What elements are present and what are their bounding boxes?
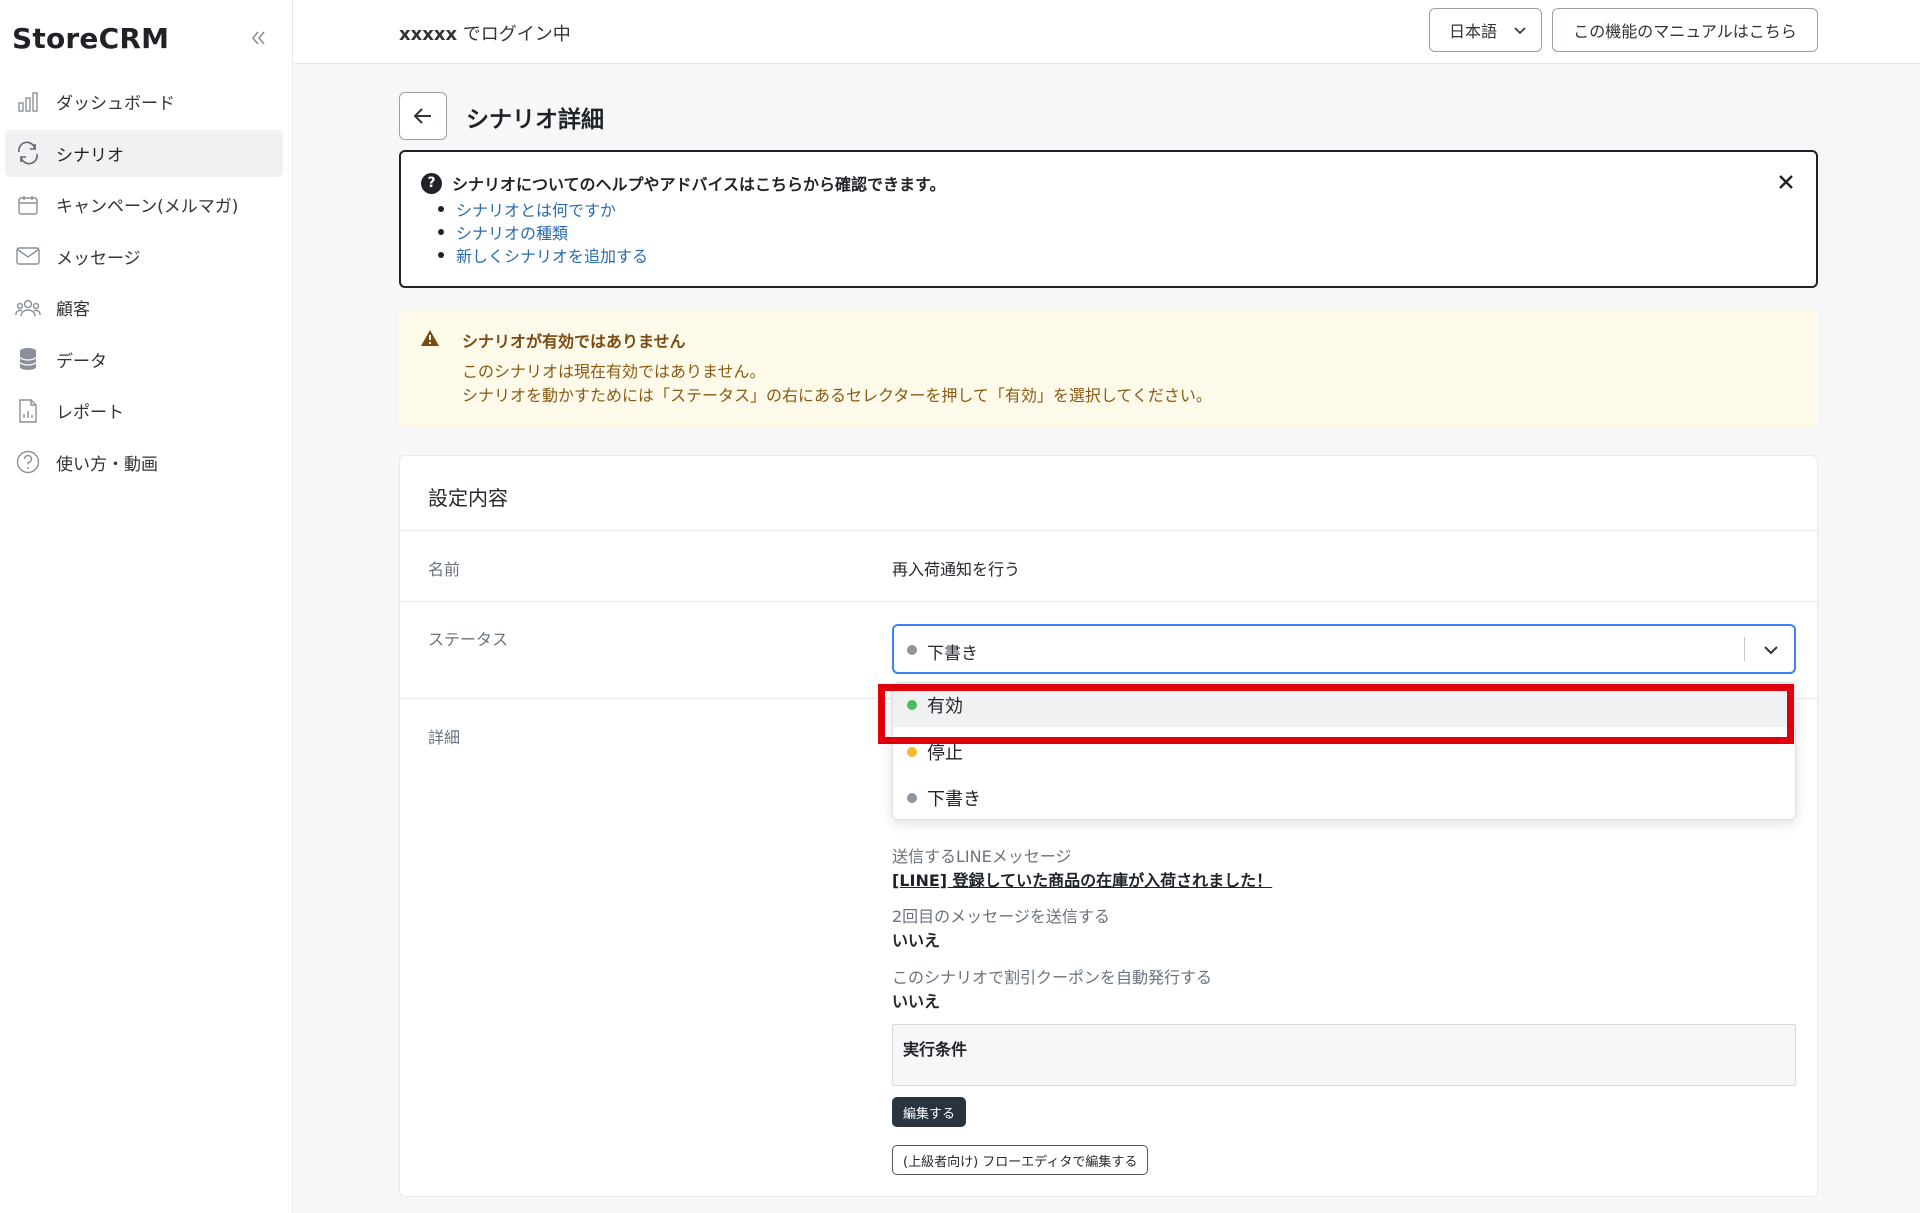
double-chevron-left-icon [251, 31, 265, 45]
warning-line: このシナリオは現在有効ではありません。 [462, 362, 766, 381]
help-title-text: シナリオについてのヘルプやアドバイスはこちらから確認できます。 [452, 175, 946, 194]
status-option-active[interactable]: 有効 [893, 683, 1797, 727]
sidebar-item-label: データ [56, 351, 107, 372]
card-title: 設定内容 [428, 486, 508, 510]
status-label: ステータス [428, 630, 509, 649]
flow-editor-button[interactable]: (上級者向け) フローエディタで編集する [892, 1145, 1149, 1175]
help-link[interactable]: 新しくシナリオを追加する [456, 243, 648, 266]
condition-box: 実行条件 [892, 1024, 1796, 1086]
status-dot-green [907, 700, 917, 710]
close-help-button[interactable] [1774, 170, 1798, 194]
status-dropdown-menu: 有効 停止 下書き [892, 682, 1797, 820]
status-select[interactable]: 下書き [892, 624, 1796, 674]
status-option-stopped[interactable]: 停止 [893, 730, 1797, 774]
condition-title: 実行条件 [903, 1040, 968, 1059]
sidebar: StoreCRM ダッシュボード シナリオ キャンペーン(メルマガ) メッセージ… [0, 0, 293, 1213]
warning-line: シナリオを動かすためには「ステータス」の右にあるセレクターを押して「有効」を選択… [462, 386, 1212, 405]
sidebar-item-customers[interactable]: 顧客 [5, 284, 283, 331]
database-icon [14, 345, 42, 373]
sidebar-item-help[interactable]: 使い方・動画 [5, 439, 283, 486]
edit-button[interactable]: 編集する [892, 1097, 967, 1127]
collapse-sidebar-button[interactable] [244, 24, 272, 52]
refresh-icon [14, 139, 42, 167]
help-link[interactable]: シナリオの種類 [456, 220, 648, 243]
divider [400, 530, 1819, 531]
coupon-label: このシナリオで割引クーポンを自動発行する [892, 968, 1213, 987]
page-title: シナリオ詳細 [466, 107, 604, 133]
close-icon [1779, 175, 1793, 189]
sidebar-item-scenario[interactable]: シナリオ [5, 129, 283, 177]
status-dot [907, 645, 917, 655]
login-user: xxxxx [399, 24, 458, 45]
language-select[interactable]: 日本語 [1429, 8, 1542, 52]
select-separator [1744, 637, 1745, 661]
coupon-value: いいえ [892, 992, 941, 1011]
status-option-draft[interactable]: 下書き [893, 776, 1797, 820]
login-suffix: でログイン中 [457, 24, 571, 45]
option-label: 有効 [927, 696, 963, 717]
sidebar-item-label: キャンペーン(メルマガ) [56, 197, 239, 217]
sidebar-item-label: メッセージ [56, 248, 141, 269]
help-circle-icon [14, 448, 42, 476]
second-message-value: いいえ [892, 931, 941, 950]
sidebar-item-campaign[interactable]: キャンペーン(メルマガ) [5, 181, 283, 228]
sidebar-item-label: レポート [56, 403, 124, 423]
sidebar-item-message[interactable]: メッセージ [5, 233, 283, 280]
line-message-label: 送信するLINEメッセージ [892, 847, 1072, 866]
divider [400, 601, 1819, 602]
sidebar-item-label: ダッシュボード [56, 94, 175, 114]
manual-button[interactable]: この機能のマニュアルはこちら [1552, 8, 1818, 52]
login-status: xxxxx でログイン中 [399, 20, 571, 46]
chevron-down-icon [1514, 27, 1526, 35]
warning-box: シナリオが有効ではありません このシナリオは現在有効ではありません。 シナリオを… [399, 309, 1818, 427]
name-value: 再入荷通知を行う [892, 560, 1021, 579]
help-title: ? シナリオについてのヘルプやアドバイスはこちらから確認できます。 [421, 171, 945, 195]
option-label: 下書き [927, 789, 981, 810]
sidebar-item-label: 使い方・動画 [56, 454, 158, 475]
main-content: xxxxx でログイン中 日本語 この機能のマニュアルはこちら シナリオ詳細 ?… [294, 0, 1920, 1213]
chevron-down-icon [1764, 646, 1778, 655]
sidebar-nav: ダッシュボード シナリオ キャンペーン(メルマガ) メッセージ 顧客 データ レ… [5, 78, 283, 490]
second-message-label: 2回目のメッセージを送信する [892, 907, 1110, 926]
detail-label: 詳細 [428, 728, 461, 747]
status-dot-yellow [907, 747, 917, 757]
help-box: ? シナリオについてのヘルプやアドバイスはこちらから確認できます。 シナリオとは… [399, 150, 1818, 288]
settings-card: 設定内容 名前 再入荷通知を行う ステータス 下書き 詳細 有効 停止 下書き … [399, 455, 1819, 1197]
calendar-icon [14, 191, 42, 219]
warning-icon [421, 330, 439, 346]
bar-chart-icon [14, 88, 42, 116]
help-links: シナリオとは何ですか シナリオの種類 新しくシナリオを追加する [456, 197, 648, 266]
status-dot-gray [907, 793, 917, 803]
language-value: 日本語 [1449, 22, 1498, 41]
question-icon: ? [421, 172, 442, 194]
top-bar: xxxxx でログイン中 日本語 この機能のマニュアルはこちら [294, 0, 1920, 64]
app-logo: StoreCRM [12, 22, 170, 55]
arrow-left-icon [413, 108, 431, 124]
report-icon [14, 397, 42, 425]
help-link[interactable]: シナリオとは何ですか [456, 197, 648, 220]
name-label: 名前 [428, 560, 461, 579]
status-value: 下書き [927, 644, 978, 664]
back-button[interactable] [399, 92, 447, 140]
users-icon [14, 294, 42, 322]
sidebar-item-report[interactable]: レポート [5, 387, 283, 434]
sidebar-item-label: シナリオ [56, 145, 124, 166]
mail-icon [14, 242, 42, 270]
warning-title: シナリオが有効ではありません [462, 332, 686, 351]
line-message-link[interactable]: [LINE] 登録していた商品の在庫が入荷されました！ [892, 867, 1272, 891]
option-label: 停止 [927, 743, 963, 764]
sidebar-item-label: 顧客 [56, 300, 90, 320]
sidebar-item-data[interactable]: データ [5, 336, 283, 383]
sidebar-item-dashboard[interactable]: ダッシュボード [5, 78, 283, 125]
warning-text: このシナリオは現在有効ではありません。 シナリオを動かすためには「ステータス」の… [462, 360, 1212, 408]
